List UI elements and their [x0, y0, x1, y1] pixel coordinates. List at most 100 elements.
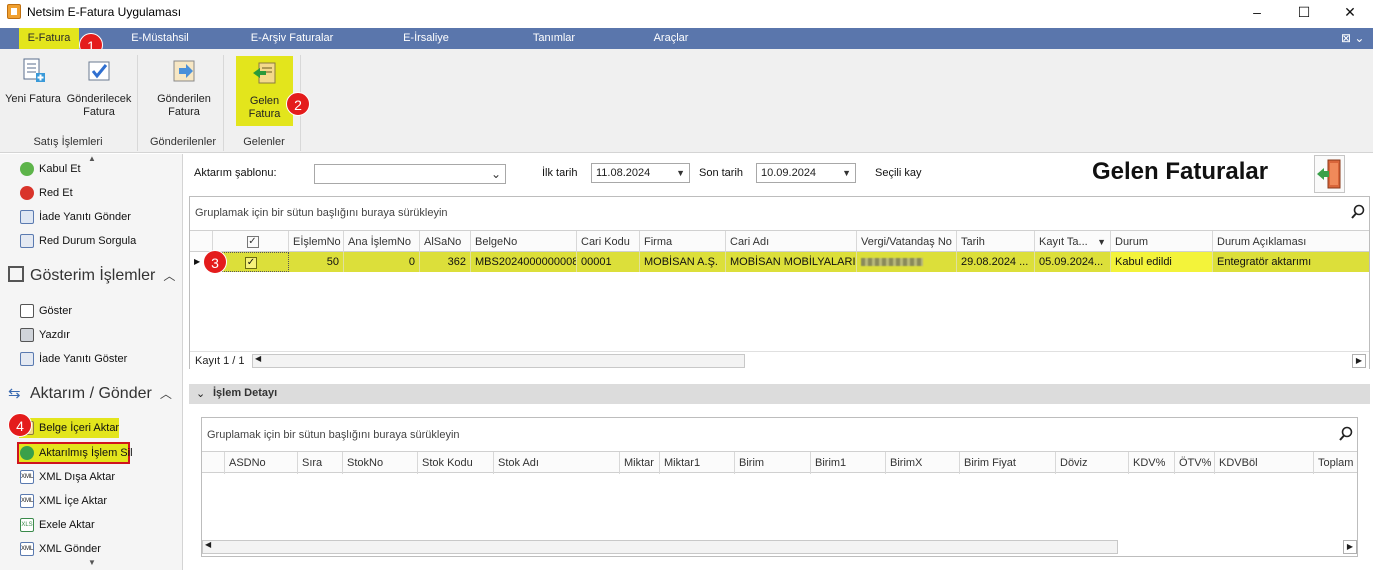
col-alsano[interactable]: AlSaNo [420, 231, 471, 253]
col-birim[interactable]: Birim [735, 452, 811, 474]
scroll-left-icon[interactable]: ◀ [205, 540, 211, 549]
col-cari-adi[interactable]: Cari Adı [726, 231, 857, 253]
transfer-section-icon: ⇆ [8, 385, 21, 402]
collapse-chevron-icon[interactable]: ︿ [160, 387, 172, 401]
incoming-invoices-button[interactable]: Gelen Fatura [236, 56, 293, 126]
col-miktar[interactable]: Miktar [620, 452, 660, 474]
ribbon: Yeni Fatura Gönderilecek Fatura Gönderil… [0, 49, 1373, 153]
incoming-invoices-label-1: Gelen [249, 95, 280, 107]
tab-e-mustahsil[interactable]: E-Müstahsil [125, 28, 195, 49]
new-invoice-label: Yeni Fatura [5, 93, 61, 105]
col-belgeno[interactable]: BelgeNo [471, 231, 577, 253]
sort-desc-icon: ▼ [1097, 237, 1106, 247]
col-durum-aciklamasi[interactable]: Durum Açıklaması [1213, 231, 1369, 253]
tab-araclar[interactable]: Araçlar [648, 28, 694, 49]
exit-button[interactable] [1314, 155, 1345, 193]
scroll-right-icon[interactable]: ▶ [1343, 540, 1357, 554]
maximize-button[interactable]: ☐ [1284, 2, 1324, 22]
col-kdvbol[interactable]: KDVBöl [1215, 452, 1314, 474]
excel-export-action[interactable]: XLS Exele Aktar [20, 516, 95, 534]
step-badge-4: 4 [8, 413, 32, 437]
search-icon[interactable] [1338, 426, 1354, 442]
excel-icon: XLS [20, 518, 34, 533]
col-firma[interactable]: Firma [640, 231, 726, 253]
cell-vergi-no-redacted [857, 252, 957, 272]
new-invoice-button[interactable]: Yeni Fatura [4, 57, 62, 106]
col-vergi-no[interactable]: Vergi/Vatandaş No [857, 231, 957, 253]
collapse-chevron-icon[interactable]: ︿ [163, 269, 175, 283]
xml-send-action[interactable]: XML XML Gönder [20, 540, 101, 558]
col-asdno[interactable]: ASDNo [225, 452, 298, 474]
show-return-response-action[interactable]: İade Yanıtı Göster [20, 350, 127, 368]
detail-section-title: İşlem Detayı [213, 387, 278, 399]
col-birimx[interactable]: BirimX [886, 452, 960, 474]
xml-import-action[interactable]: XML XML İçe Aktar [20, 492, 107, 510]
show-action[interactable]: Göster [20, 302, 72, 320]
ribbon-options-icon[interactable]: ⊠ ⌄ [1341, 31, 1364, 46]
title-bar: Netsim E-Fatura Uygulaması – ☐ ✕ [0, 0, 1373, 24]
group-label-sent: Gönderilenler [149, 136, 217, 148]
transfer-send-header[interactable]: ⇆ Aktarım / Gönder ︿ [8, 384, 172, 403]
step-badge-2: 2 [286, 92, 310, 116]
tab-e-arsiv-faturalar[interactable]: E-Arşiv Faturalar [243, 28, 341, 49]
start-date-field[interactable]: 11.08.2024 ▼ [591, 163, 690, 183]
cell-cari-adi: MOBİSAN MOBİLYALARI [726, 252, 857, 272]
import-document-action[interactable]: Belge İçeri Aktar [20, 419, 119, 437]
horizontal-scrollbar[interactable]: ◀ [252, 354, 745, 368]
grid-header-row: ✓ EİşlemNo Ana İşlemNo AlSaNo BelgeNo Ca… [190, 230, 1369, 253]
col-stok-adi[interactable]: Stok Adı [494, 452, 620, 474]
xml-export-action[interactable]: XML XML Dışa Aktar [20, 468, 115, 486]
col-eislemno[interactable]: EİşlemNo [289, 231, 344, 253]
template-select[interactable]: ⌄ [314, 164, 506, 184]
grid-footer: Kayıt 1 / 1 ◀ ▶ [190, 351, 1369, 369]
send-return-response-action[interactable]: İade Yanıtı Gönder [20, 208, 131, 226]
col-kayit-tarihi[interactable]: Kayıt Ta... ▼ [1035, 231, 1111, 253]
col-kdv[interactable]: KDV% [1129, 452, 1175, 474]
display-operations-header[interactable]: Gösterim İşlemler ︿ [8, 266, 175, 285]
invoices-to-send-button[interactable]: Gönderilecek Fatura [66, 57, 132, 119]
col-cari-kodu[interactable]: Cari Kodu [577, 231, 640, 253]
scroll-down-icon[interactable]: ▼ [88, 558, 96, 567]
col-birim1[interactable]: Birim1 [811, 452, 886, 474]
delete-transferred-label: Aktarılmış İşlem Sil [39, 447, 133, 459]
delete-transferred-action[interactable]: Aktarılmış İşlem Sil [20, 444, 133, 462]
col-toplam[interactable]: Toplam [1314, 452, 1357, 474]
tab-e-irsaliye[interactable]: E-İrsaliye [396, 28, 456, 49]
incoming-invoices-label-2: Fatura [248, 108, 281, 120]
detail-header-row: ASDNo Sıra StokNo Stok Kodu Stok Adı Mik… [202, 451, 1357, 474]
scroll-right-icon[interactable]: ▶ [1352, 354, 1366, 368]
accept-action[interactable]: Kabul Et [20, 160, 81, 178]
end-date-value: 10.09.2024 [761, 167, 817, 179]
select-all-checkbox[interactable]: ✓ [213, 231, 289, 253]
scroll-left-icon[interactable]: ◀ [255, 354, 261, 363]
col-birim-fiyat[interactable]: Birim Fiyat [960, 452, 1056, 474]
tab-e-fatura[interactable]: E-Fatura [19, 28, 79, 49]
col-miktar1[interactable]: Miktar1 [660, 452, 735, 474]
col-stok-kodu[interactable]: Stok Kodu [418, 452, 494, 474]
col-otv[interactable]: ÖTV% [1175, 452, 1215, 474]
col-durum[interactable]: Durum [1111, 231, 1213, 253]
tab-tanimlar[interactable]: Tanımlar [528, 28, 580, 49]
col-tarih[interactable]: Tarih [957, 231, 1035, 253]
col-sira[interactable]: Sıra [298, 452, 343, 474]
row-checkbox-icon: ✓ [245, 257, 257, 270]
detail-horizontal-scrollbar[interactable]: ◀ [202, 540, 1118, 554]
detail-section-header[interactable]: ⌄ İşlem Detayı [189, 384, 1370, 404]
end-date-field[interactable]: 10.09.2024 ▼ [756, 163, 856, 183]
checkmark-icon [88, 61, 110, 81]
collapse-chevron-icon[interactable]: ⌄ [196, 387, 205, 400]
minimize-button[interactable]: – [1237, 2, 1277, 22]
reject-status-query-action[interactable]: Red Durum Sorgula [20, 232, 136, 250]
display-section-icon [8, 266, 24, 282]
close-button[interactable]: ✕ [1330, 2, 1370, 22]
scroll-up-icon[interactable]: ▲ [88, 154, 96, 163]
sent-invoices-button[interactable]: Gönderilen Fatura [152, 57, 216, 119]
print-action[interactable]: Yazdır [20, 326, 70, 344]
col-stokno[interactable]: StokNo [343, 452, 418, 474]
reject-action[interactable]: Red Et [20, 184, 73, 202]
table-row[interactable]: ▶ ✓ 50 0 362 MBS2024000000008 00001 MOBİ… [190, 252, 1369, 272]
col-doviz[interactable]: Döviz [1056, 452, 1129, 474]
col-ana-islemno[interactable]: Ana İşlemNo [344, 231, 420, 253]
cell-cari-kodu: 00001 [577, 252, 640, 272]
search-icon[interactable] [1350, 204, 1366, 220]
